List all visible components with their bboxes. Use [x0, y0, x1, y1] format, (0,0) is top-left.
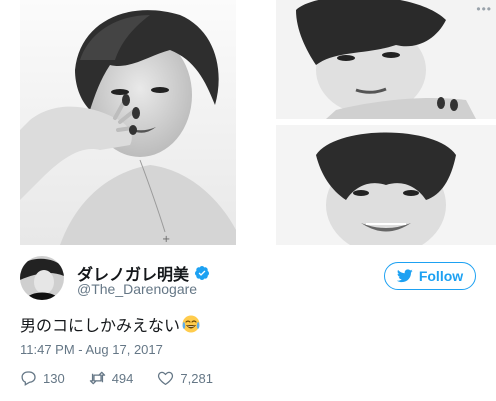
heart-icon — [158, 371, 174, 386]
follow-button[interactable]: Follow — [384, 262, 476, 290]
photo-bottom-right[interactable] — [276, 125, 496, 245]
twitter-bird-icon — [396, 269, 413, 283]
face-with-tears-of-joy-icon — [182, 315, 200, 333]
photo-left[interactable]: + — [20, 0, 236, 245]
tweet-text: 男のコにしかみえない — [20, 318, 181, 335]
avatar[interactable] — [20, 256, 64, 300]
tweet-actions: 130 494 7,281 — [20, 369, 237, 387]
tweet-media-grid: + ••• — [0, 0, 496, 245]
tweet-timestamp[interactable]: 11:47 PM - Aug 17, 2017 — [20, 342, 163, 357]
retweet-action[interactable]: 494 — [89, 370, 134, 386]
tweet-text-row: 男のコにしかみえない — [20, 312, 200, 336]
user-handle[interactable]: @The_Darenogare — [77, 281, 197, 297]
like-count: 7,281 — [180, 370, 213, 386]
reply-action[interactable]: 130 — [20, 370, 65, 386]
photo-top-right[interactable] — [276, 0, 496, 119]
svg-text:+: + — [162, 234, 170, 245]
like-action[interactable]: 7,281 — [157, 370, 213, 386]
retweet-count: 494 — [111, 370, 134, 386]
reply-count: 130 — [43, 370, 65, 386]
retweet-icon — [89, 371, 105, 385]
follow-label: Follow — [418, 268, 464, 284]
verified-badge-icon — [195, 266, 210, 280]
more-dots-icon[interactable]: ••• — [476, 2, 492, 16]
reply-icon — [21, 371, 36, 386]
